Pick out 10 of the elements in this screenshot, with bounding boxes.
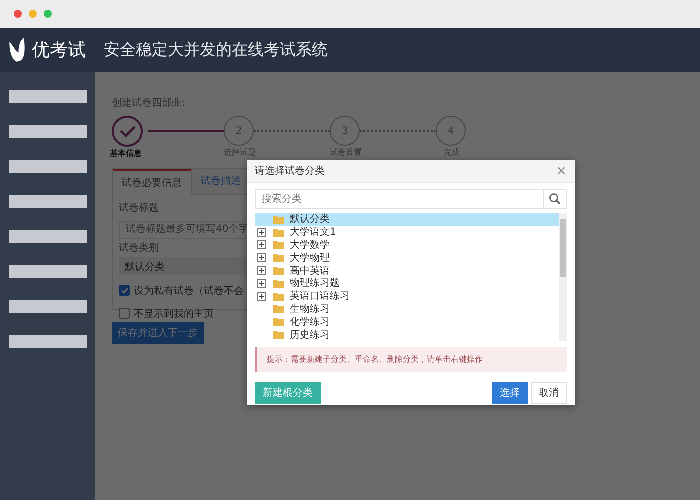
hint-message: 提示：需要新建子分类、重命名、删除分类，请单击右键操作 [255, 347, 567, 372]
checkbox-label: 设为私有试卷（试卷不会 [134, 284, 244, 298]
field-label: 试卷标题 [119, 202, 159, 215]
step-label: 基本信息 [109, 149, 143, 158]
field-label: 试卷类别 [119, 242, 159, 254]
dialog-title: 请选择试卷分类 [255, 164, 325, 178]
checkbox-label: 不显示到我的主页 [134, 308, 214, 320]
tagline: 安全稳定大并发的在线考试系统 [104, 40, 328, 60]
logo-text: 优考试 [32, 39, 86, 62]
page-heading: 创建试卷四部曲: [112, 96, 186, 110]
